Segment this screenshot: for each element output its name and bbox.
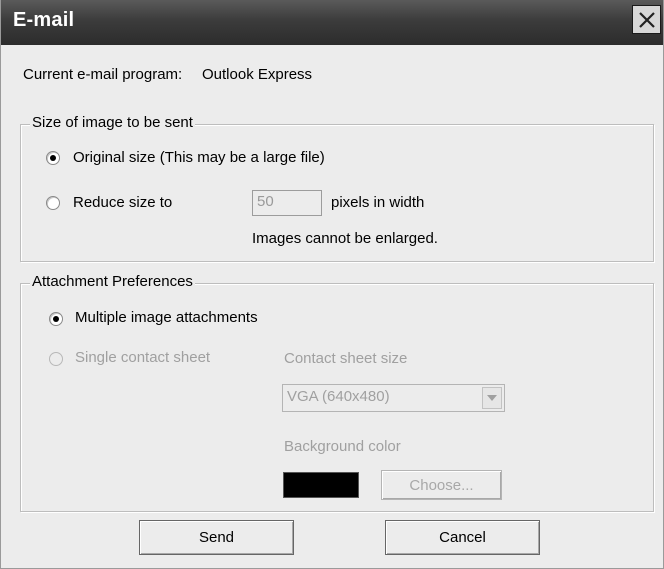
multiple-attachments-label[interactable]: Multiple image attachments: [75, 309, 258, 327]
contact-sheet-size-value: VGA (640x480): [287, 388, 390, 405]
reduce-size-label[interactable]: Reduce size to: [73, 194, 172, 212]
contact-sheet-size-select[interactable]: VGA (640x480): [282, 384, 505, 412]
multiple-attachments-radio[interactable]: [49, 312, 63, 326]
current-program-value: Outlook Express: [202, 66, 313, 83]
pixels-width-input[interactable]: 50: [252, 190, 322, 216]
background-color-swatch: [283, 472, 359, 498]
contact-sheet-size-label: Contact sheet size: [284, 350, 408, 367]
dropdown-arrow[interactable]: [482, 387, 502, 409]
window-title: E-mail: [13, 9, 75, 31]
title-bar[interactable]: E-mail: [1, 0, 663, 45]
chevron-down-icon: [487, 395, 497, 401]
attachment-group-legend: Attachment Preferences: [30, 273, 195, 291]
close-icon: [638, 11, 655, 28]
cancel-button[interactable]: Cancel: [385, 520, 540, 555]
reduce-size-radio[interactable]: [46, 196, 60, 210]
email-dialog: E-mail Current e-mail program: Outlook E…: [0, 0, 664, 569]
pixels-width-suffix: pixels in width: [331, 194, 425, 211]
original-size-radio[interactable]: [46, 151, 60, 165]
size-group-legend: Size of image to be sent: [30, 114, 195, 132]
close-button[interactable]: [632, 5, 661, 34]
single-contact-sheet-radio[interactable]: [49, 352, 63, 366]
original-size-label[interactable]: Original size (This may be a large file): [73, 149, 325, 167]
choose-color-button[interactable]: Choose...: [381, 470, 502, 500]
current-program-label: Current e-mail program:: [23, 66, 183, 83]
enlarge-note: Images cannot be enlarged.: [252, 230, 438, 247]
send-button[interactable]: Send: [139, 520, 294, 555]
single-contact-sheet-label[interactable]: Single contact sheet: [75, 349, 210, 367]
background-color-label: Background color: [284, 438, 401, 455]
